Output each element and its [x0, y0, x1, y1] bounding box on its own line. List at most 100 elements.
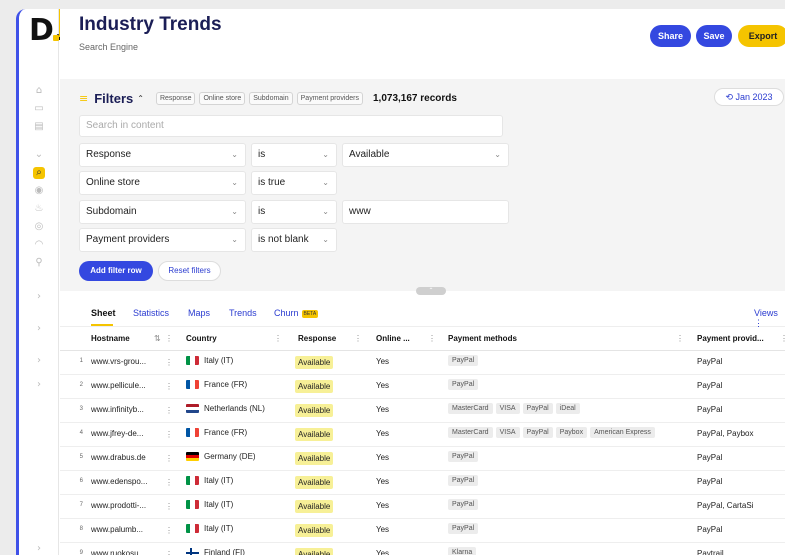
save-button[interactable]: Save: [696, 25, 732, 47]
cell-hostname[interactable]: www.drabus.de: [91, 453, 146, 462]
row-menu-icon[interactable]: ⋮: [165, 478, 173, 487]
date-picker-button[interactable]: ⟲ Jan 2023: [714, 88, 784, 106]
table-row[interactable]: 2 www.pellicule... ⋮ France (FR) Availab…: [60, 375, 785, 399]
column-menu-icon[interactable]: ⋮: [165, 334, 173, 343]
column-menu-icon[interactable]: ⋮: [780, 334, 785, 343]
filter-operator-select[interactable]: is ⌄: [251, 200, 337, 224]
search-icon[interactable]: ⌕: [33, 167, 45, 179]
row-menu-icon[interactable]: ⋮: [165, 382, 173, 391]
filter-chip[interactable]: Payment providers: [296, 91, 363, 105]
table-row[interactable]: 8 www.palumb... ⋮ Italy (IT) Available Y…: [60, 519, 785, 543]
cell-payment-methods: Klarna: [448, 547, 479, 555]
column-header-country[interactable]: Country: [186, 334, 217, 343]
select-value: Online store: [86, 177, 140, 188]
filter-operator-select[interactable]: is not blank ⌄: [251, 228, 337, 252]
cell-hostname[interactable]: www.infinityb...: [91, 405, 144, 414]
folder-icon[interactable]: ▭: [33, 103, 45, 115]
page-title: Industry Trends: [79, 14, 222, 35]
payment-method-tag: PayPal: [522, 427, 553, 438]
add-filter-row-button[interactable]: Add filter row: [79, 261, 153, 281]
payment-method-tag: VISA: [495, 427, 520, 438]
table-row[interactable]: 6 www.edenspo... ⋮ Italy (IT) Available …: [60, 471, 785, 495]
home-icon[interactable]: ⌂: [33, 85, 45, 97]
eye-icon[interactable]: ◉: [33, 185, 45, 197]
table-row[interactable]: 5 www.drabus.de ⋮ Germany (DE) Available…: [60, 447, 785, 471]
filter-chip[interactable]: Subdomain: [249, 91, 293, 105]
cell-payment-methods: PayPal: [448, 355, 481, 366]
cell-hostname[interactable]: www.pellicule...: [91, 381, 146, 390]
tab-maps[interactable]: Maps: [188, 308, 210, 318]
cell-hostname[interactable]: www.jfrey-de...: [91, 429, 143, 438]
chevron-right-icon[interactable]: ›: [33, 323, 45, 335]
export-button[interactable]: Export: [738, 25, 785, 47]
collapse-handle[interactable]: ⌃: [416, 287, 446, 295]
document-icon[interactable]: ▤: [33, 121, 45, 133]
views-button[interactable]: Views ⋮: [754, 308, 785, 329]
tab-churn[interactable]: Churn BETA: [274, 308, 319, 318]
cell-hostname[interactable]: www.ruokosu...: [91, 549, 145, 555]
filter-operator-select[interactable]: is true ⌄: [251, 171, 337, 195]
cell-hostname[interactable]: www.palumb...: [91, 525, 143, 534]
row-menu-icon[interactable]: ⋮: [165, 550, 173, 555]
chevron-right-icon[interactable]: ›: [33, 379, 45, 391]
chevron-down-icon: ⌄: [322, 150, 329, 159]
column-header-response[interactable]: Response: [298, 334, 336, 343]
row-menu-icon[interactable]: ⋮: [165, 406, 173, 415]
tab-trends[interactable]: Trends: [229, 308, 257, 318]
app-window: D. ⌂ ▭ ▤ ⌄ ⌕ ◉ ♨ ◎ ◠ ⚲ › › › › › › Indus…: [16, 9, 785, 555]
column-header-hostname[interactable]: Hostname: [91, 334, 130, 343]
payment-method-tag: PayPal: [522, 403, 553, 414]
chevron-right-icon[interactable]: ›: [33, 543, 45, 555]
filter-field-select[interactable]: Subdomain ⌄: [79, 200, 246, 224]
cell-hostname[interactable]: www.vrs-grou...: [91, 357, 146, 366]
left-rail: D. ⌂ ▭ ▤ ⌄ ⌕ ◉ ♨ ◎ ◠ ⚲ › › › › ›: [19, 9, 65, 555]
column-menu-icon[interactable]: ⋮: [428, 334, 436, 343]
sort-icon[interactable]: ⇅: [154, 334, 161, 343]
tab-sheet[interactable]: Sheet: [91, 308, 116, 318]
filter-field-select[interactable]: Response ⌄: [79, 143, 246, 167]
row-menu-icon[interactable]: ⋮: [165, 430, 173, 439]
filter-field-select[interactable]: Payment providers ⌄: [79, 228, 246, 252]
chevron-right-icon[interactable]: ›: [33, 355, 45, 367]
target-icon[interactable]: ◎: [33, 221, 45, 233]
reset-filters-button[interactable]: Reset filters: [158, 261, 221, 281]
filters-title[interactable]: Filters: [94, 91, 133, 106]
tab-statistics[interactable]: Statistics: [133, 308, 169, 318]
column-menu-icon[interactable]: ⋮: [274, 334, 282, 343]
cell-hostname[interactable]: www.edenspo...: [91, 477, 147, 486]
filter-value-input[interactable]: www: [342, 200, 509, 224]
chevron-up-icon[interactable]: ⌃: [137, 94, 144, 103]
column-menu-icon[interactable]: ⋮: [676, 334, 684, 343]
cell-hostname[interactable]: www.prodotti-...: [91, 501, 146, 510]
filter-field-select[interactable]: Online store ⌄: [79, 171, 246, 195]
table-row[interactable]: 1 www.vrs-grou... ⋮ Italy (IT) Available…: [60, 351, 785, 375]
row-menu-icon[interactable]: ⋮: [165, 454, 173, 463]
column-header-payment-methods[interactable]: Payment methods: [448, 334, 517, 343]
wifi-icon[interactable]: ◠: [33, 239, 45, 251]
table-row[interactable]: 3 www.infinityb... ⋮ Netherlands (NL) Av…: [60, 399, 785, 423]
status-badge: Available: [295, 500, 334, 513]
chevron-down-icon[interactable]: ⌄: [33, 149, 45, 161]
table-row[interactable]: 9 www.ruokosu... ⋮ Finland (FI) Availabl…: [60, 543, 785, 555]
filter-value-select[interactable]: Available ⌄: [342, 143, 509, 167]
row-menu-icon[interactable]: ⋮: [165, 526, 173, 535]
table-row[interactable]: 4 www.jfrey-de... ⋮ France (FR) Availabl…: [60, 423, 785, 447]
country-label: Germany (DE): [204, 452, 256, 461]
payment-method-tag: MasterCard: [448, 403, 493, 414]
column-header-payment-providers[interactable]: Payment provid...: [697, 334, 764, 343]
pin-icon[interactable]: ⚲: [33, 257, 45, 269]
column-menu-icon[interactable]: ⋮: [354, 334, 362, 343]
filter-operator-select[interactable]: is ⌄: [251, 143, 337, 167]
search-input[interactable]: Search in content: [79, 115, 503, 137]
filter-chip[interactable]: Response: [155, 91, 196, 105]
filter-chip[interactable]: Online store: [199, 91, 246, 105]
chevron-right-icon[interactable]: ›: [33, 291, 45, 303]
row-menu-icon[interactable]: ⋮: [165, 358, 173, 367]
row-menu-icon[interactable]: ⋮: [165, 502, 173, 511]
cell-payment-methods: MasterCard VISA PayPal iDeal: [448, 403, 583, 414]
column-header-online-store[interactable]: Online ...: [376, 334, 410, 343]
chevron-down-icon: ⌄: [322, 235, 329, 244]
table-row[interactable]: 7 www.prodotti-... ⋮ Italy (IT) Availabl…: [60, 495, 785, 519]
flame-icon[interactable]: ♨: [33, 203, 45, 215]
share-button[interactable]: Share: [650, 25, 691, 47]
